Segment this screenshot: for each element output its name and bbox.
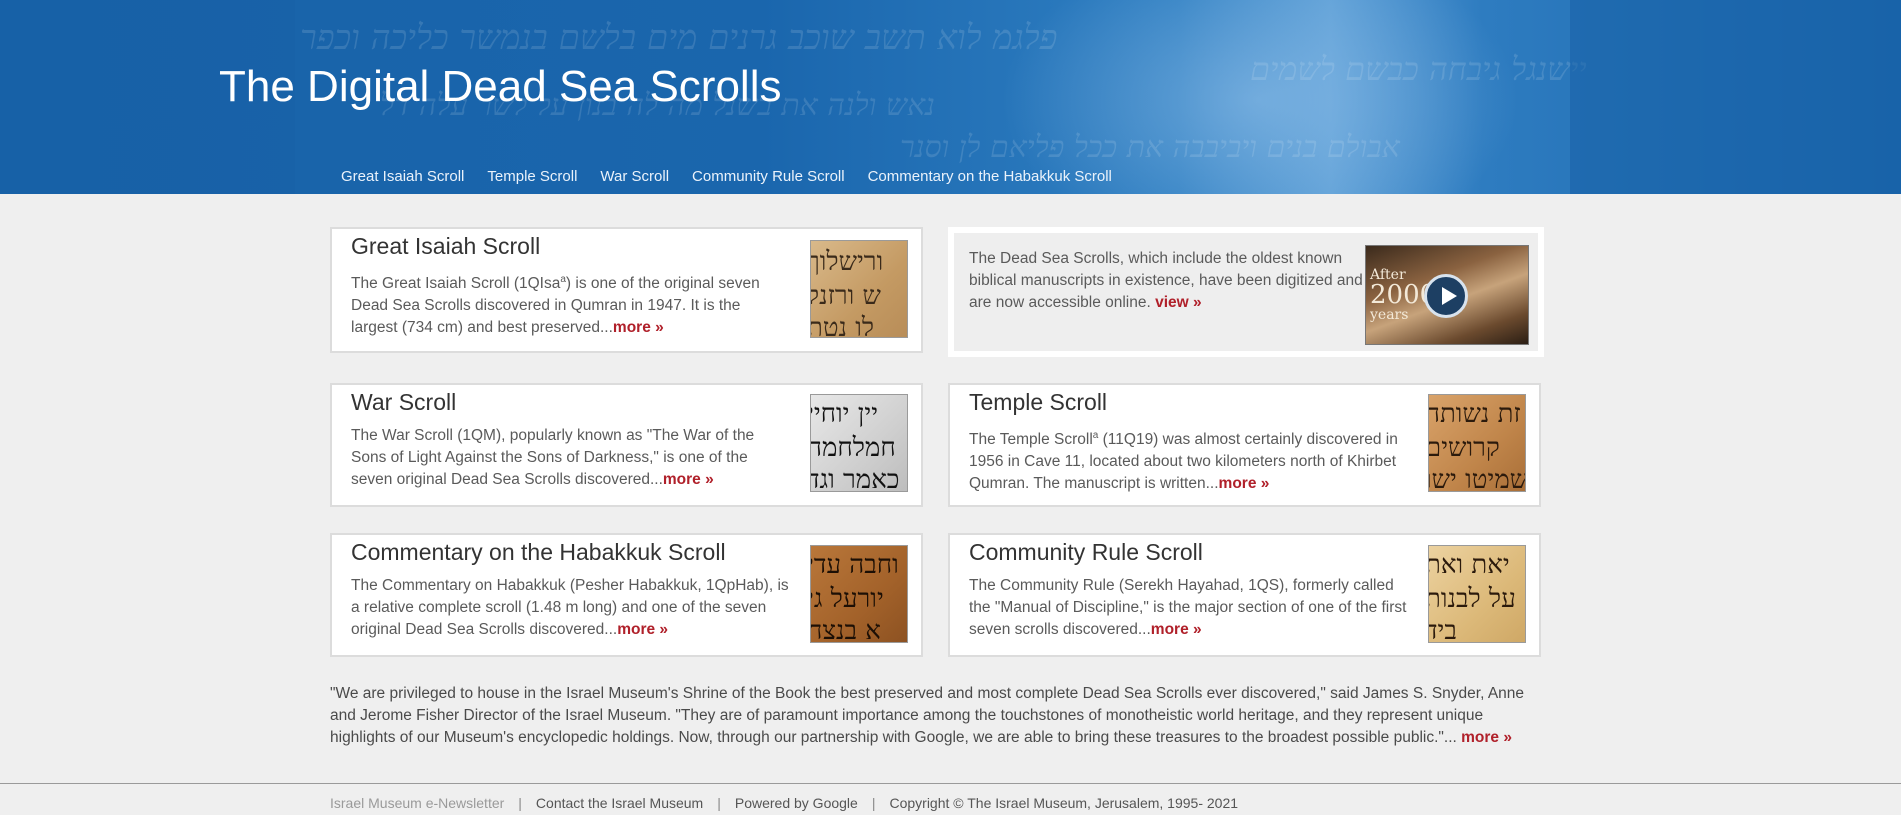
footer-divider	[0, 783, 1901, 784]
hebrew-script-background: אבולם בנים ויביבבה את ככל פליאם לן וסנר	[900, 130, 1400, 165]
footer-separator: |	[518, 795, 522, 811]
video-thumb-text-bottom: years	[1370, 307, 1409, 323]
scroll-text-decoration: על לבנות	[1428, 584, 1516, 614]
card-community-rule-scroll: Community Rule Scroll The Community Rule…	[948, 533, 1541, 657]
community-rule-scroll-thumbnail-icon[interactable]: יאת ואת על לבנות ביד	[1428, 545, 1526, 643]
nav-habakkuk-commentary[interactable]: Commentary on the Habakkuk Scroll	[868, 168, 1112, 185]
card-text: The Commentary on Habakkuk (Pesher Habak…	[351, 577, 789, 638]
more-link[interactable]: more »	[613, 319, 664, 336]
director-quote: "We are privileged to house in the Israe…	[330, 683, 1545, 749]
more-link[interactable]: more »	[617, 621, 668, 638]
card-war-scroll: War Scroll The War Scroll (1QM), popular…	[330, 383, 923, 507]
card-description: The War Scroll (1QM), popularly known as…	[351, 425, 791, 491]
nav-war-scroll[interactable]: War Scroll	[600, 168, 669, 185]
habakkuk-scroll-thumbnail-icon[interactable]: וחבה עדי יורעל גי א בנצח	[810, 545, 908, 643]
scroll-text-decoration: יורעל גי	[810, 584, 884, 614]
scroll-text-decoration: ורישלוך	[810, 247, 884, 277]
card-description: The Temple Scrolla (11Q19) was almost ce…	[969, 429, 1409, 495]
nav-great-isaiah-scroll[interactable]: Great Isaiah Scroll	[341, 168, 464, 185]
war-scroll-thumbnail-icon[interactable]: יין יוחיי חמלחמה כאמר וגד	[810, 394, 908, 492]
video-thumbnail[interactable]: After 2000 years	[1365, 245, 1529, 345]
card-title[interactable]: Community Rule Scroll	[969, 539, 1203, 566]
hebrew-script-background: יישנגל גיבחה כבשם לשמים	[1250, 50, 1587, 88]
card-description: The Commentary on Habakkuk (Pesher Habak…	[351, 575, 791, 641]
scroll-text-decoration: שמיטו ישו	[1428, 465, 1526, 492]
scroll-text-decoration: וחבה עדי	[810, 550, 899, 580]
site-footer: Israel Museum e-Newsletter | Contact the…	[330, 795, 1238, 811]
scroll-text-decoration: לו נטת	[810, 313, 875, 338]
nav-temple-scroll[interactable]: Temple Scroll	[487, 168, 577, 185]
card-title[interactable]: War Scroll	[351, 389, 456, 416]
card-title[interactable]: Commentary on the Habakkuk Scroll	[351, 539, 726, 566]
scroll-text-decoration: א בנצח	[810, 616, 881, 643]
scroll-text-decoration: יאת ואת	[1428, 550, 1510, 580]
card-description: The Community Rule (Serekh Hayahad, 1QS)…	[969, 575, 1409, 641]
scroll-text-decoration: חמלחמה	[810, 433, 896, 463]
video-description: The Dead Sea Scrolls, which include the …	[969, 248, 1369, 314]
footer-newsletter-link[interactable]: Israel Museum e-Newsletter	[330, 795, 504, 811]
nav-community-rule-scroll[interactable]: Community Rule Scroll	[692, 168, 845, 185]
main-nav: Great Isaiah Scroll Temple Scroll War Sc…	[341, 168, 1135, 185]
view-link[interactable]: view »	[1155, 294, 1202, 311]
play-icon[interactable]	[1424, 274, 1468, 318]
more-link[interactable]: more »	[1151, 621, 1202, 638]
card-title[interactable]: Great Isaiah Scroll	[351, 233, 540, 260]
scroll-text-decoration: ביד	[1428, 616, 1457, 643]
site-title: The Digital Dead Sea Scrolls	[219, 62, 782, 111]
quote-text: "We are privileged to house in the Israe…	[330, 685, 1525, 746]
more-link[interactable]: more »	[1219, 475, 1270, 492]
scroll-text-decoration: יין יוחיי	[810, 399, 879, 429]
card-habakkuk-commentary: Commentary on the Habakkuk Scroll The Co…	[330, 533, 923, 657]
isaiah-scroll-thumbnail-icon[interactable]: ורישלוך ש ורזנל לו נטת	[810, 240, 908, 338]
scroll-text-decoration: כאמר וגד	[810, 465, 900, 492]
footer-copyright: Copyright © The Israel Museum, Jerusalem…	[889, 795, 1239, 811]
scroll-text-decoration: זת נשותה	[1428, 399, 1521, 429]
card-temple-scroll: Temple Scroll The Temple Scrolla (11Q19)…	[948, 383, 1541, 507]
card-description: The Great Isaiah Scroll (1QIsaa) is one …	[351, 273, 791, 339]
card-text: The Great Isaiah Scroll (1QIsa	[351, 275, 561, 292]
video-promo: The Dead Sea Scrolls, which include the …	[948, 227, 1544, 357]
card-title[interactable]: Temple Scroll	[969, 389, 1107, 416]
header-edge-right	[1570, 0, 1901, 194]
more-link[interactable]: more »	[1461, 729, 1512, 746]
site-header: פלגמ לוא תשב שוכב גרנים מים בלשם בנמשר כ…	[0, 0, 1901, 194]
footer-contact-link[interactable]: Contact the Israel Museum	[536, 795, 703, 811]
more-link[interactable]: more »	[663, 471, 714, 488]
footer-separator: |	[871, 795, 876, 811]
scroll-text-decoration: ש ורזנל	[810, 281, 881, 311]
footer-separator: |	[717, 795, 721, 811]
footer-powered-by-google-link[interactable]: Powered by Google	[735, 795, 858, 811]
card-text: The Temple Scroll	[969, 431, 1093, 448]
hebrew-script-background: פלגמ לוא תשב שוכב גרנים מים בלשם בנמשר כ…	[300, 18, 1058, 58]
video-promo-inner: The Dead Sea Scrolls, which include the …	[954, 233, 1538, 351]
card-great-isaiah-scroll: Great Isaiah Scroll The Great Isaiah Scr…	[330, 227, 923, 353]
temple-scroll-thumbnail-icon[interactable]: זת נשותה קרושים שמיטו ישו	[1428, 394, 1526, 492]
scroll-text-decoration: קרושים	[1428, 433, 1500, 463]
